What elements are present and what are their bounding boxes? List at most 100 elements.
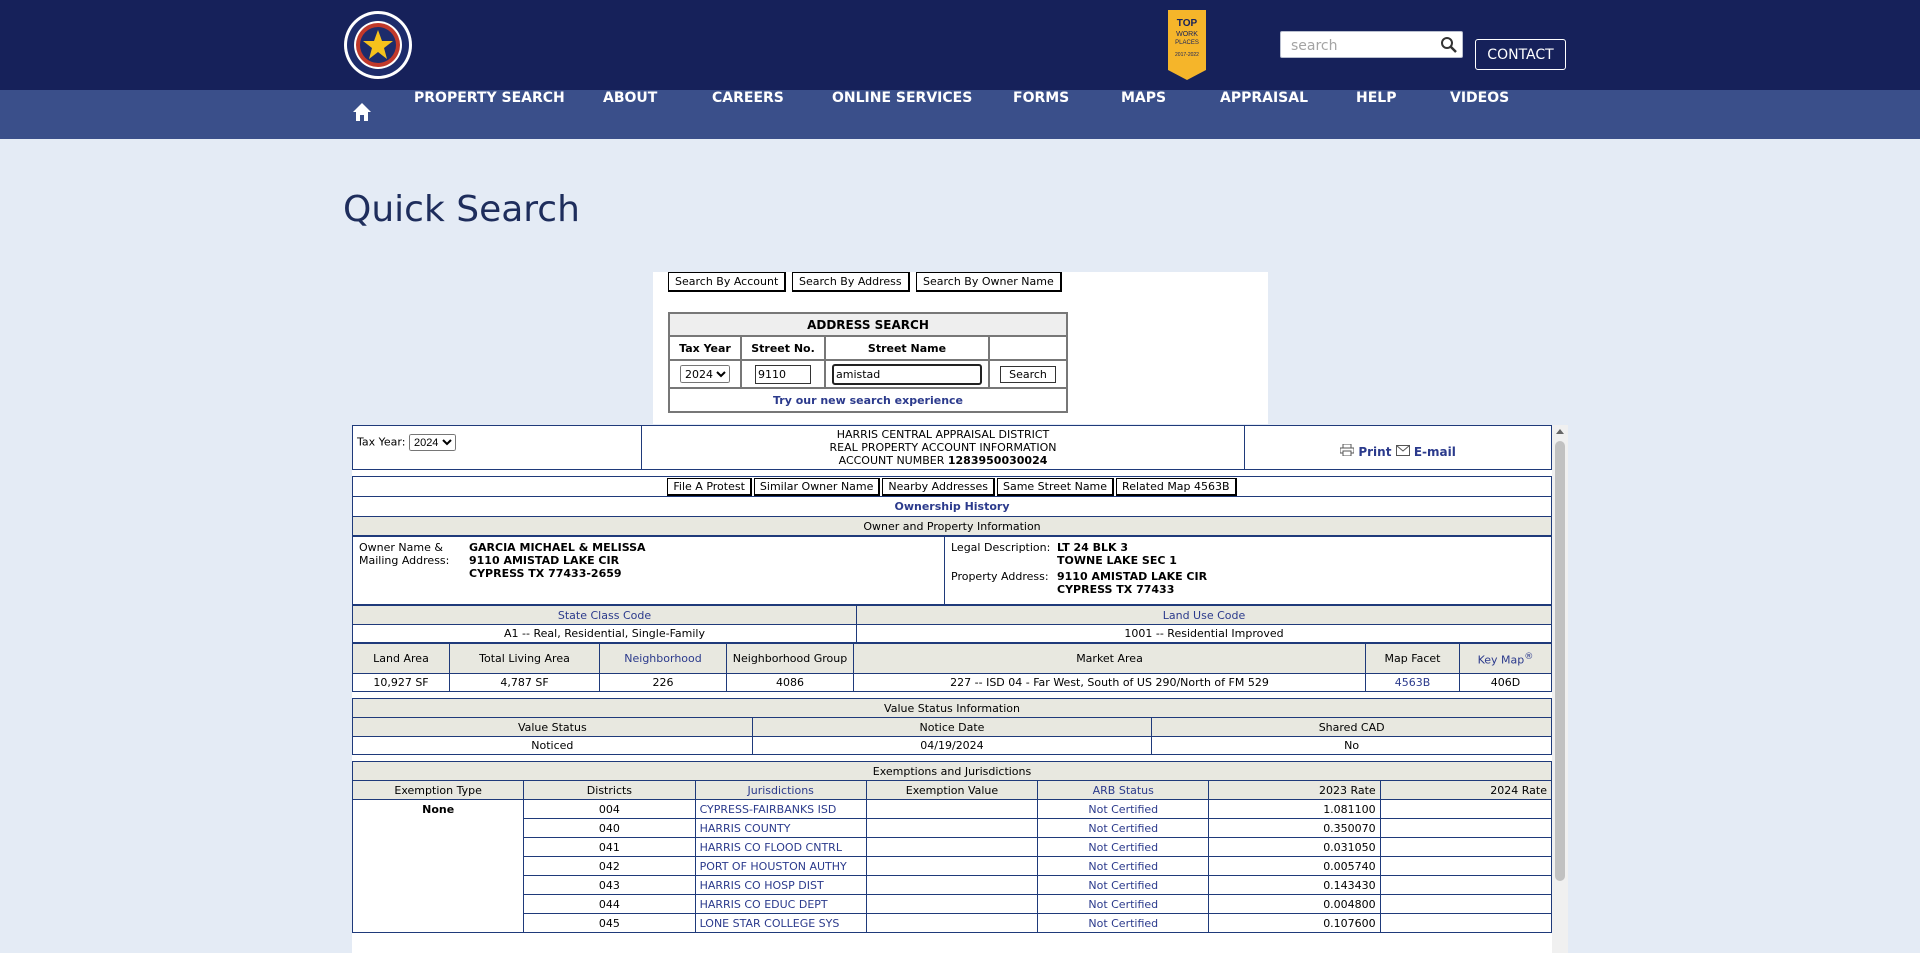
notice-date: 04/19/2024 <box>751 736 1153 755</box>
account-number-label: ACCOUNT NUMBER <box>838 454 945 467</box>
arb-status[interactable]: Not Certified <box>1037 799 1210 819</box>
jurisdiction-link[interactable]: PORT OF HOUSTON AUTHY <box>694 856 867 876</box>
property-address-2: CYPRESS TX 77433 <box>1057 583 1175 596</box>
district-code: 044 <box>523 894 696 914</box>
print-link[interactable]: Print <box>1339 443 1395 459</box>
tab-search-by-address[interactable]: Search By Address <box>792 272 910 292</box>
jurisdiction-link[interactable]: HARRIS CO EDUC DEPT <box>694 894 867 914</box>
rate-2024 <box>1379 799 1553 819</box>
jurisdiction-link[interactable]: LONE STAR COLLEGE SYS <box>694 913 867 933</box>
tab-search-by-account[interactable]: Search By Account <box>668 272 787 292</box>
owner-label-1: Owner Name & <box>359 541 443 554</box>
address-search-button[interactable]: Search <box>1000 365 1056 383</box>
neighborhood-group-header: Neighborhood Group <box>726 643 854 674</box>
exemptions-table: Exemptions and Jurisdictions Exemption T… <box>352 761 1553 933</box>
arb-status[interactable]: Not Certified <box>1037 913 1210 933</box>
rate-2024 <box>1379 837 1553 857</box>
exemptions-section-header: Exemptions and Jurisdictions <box>352 761 1552 781</box>
related-map-button[interactable]: Related Map 4563B <box>1116 477 1237 496</box>
arb-status[interactable]: Not Certified <box>1037 837 1210 857</box>
living-area-value: 4,787 SF <box>449 673 600 692</box>
registered-mark: ® <box>1524 650 1534 662</box>
col-street-no: Street No. <box>740 335 826 361</box>
account-subtitle: REAL PROPERTY ACCOUNT INFORMATION <box>829 441 1057 454</box>
living-area-header: Total Living Area <box>449 643 600 674</box>
file-protest-button[interactable]: File A Protest <box>667 477 752 496</box>
value-status-section-header: Value Status Information <box>352 698 1552 718</box>
arb-status[interactable]: Not Certified <box>1037 856 1210 876</box>
site-search-input[interactable] <box>1289 33 1443 58</box>
jurisdiction-link[interactable]: HARRIS CO FLOOD CNTRL <box>694 837 867 857</box>
arb-status[interactable]: Not Certified <box>1037 875 1210 895</box>
exemption-value <box>865 894 1039 914</box>
map-facet-link[interactable]: 4563B <box>1365 673 1460 692</box>
district-code: 004 <box>523 799 696 819</box>
rate-2023: 1.081100 <box>1208 799 1381 819</box>
result-tax-year-label: Tax Year: <box>357 435 406 449</box>
arb-status[interactable]: Not Certified <box>1037 894 1210 914</box>
nav-property-search[interactable]: PROPERTY SEARCH <box>414 90 565 139</box>
page-title: Quick Search <box>343 189 580 230</box>
address-search-title: ADDRESS SEARCH <box>668 312 1068 337</box>
nav-about[interactable]: ABOUT <box>603 90 657 139</box>
similar-owner-button[interactable]: Similar Owner Name <box>753 477 881 496</box>
rate-2023: 0.005740 <box>1208 856 1381 876</box>
col-street-name: Street Name <box>824 335 990 361</box>
site-search <box>1280 31 1463 58</box>
key-map-label: Key Map <box>1477 653 1525 667</box>
ownership-history-link[interactable]: Ownership History <box>352 496 1552 517</box>
scrollbar-thumb[interactable] <box>1555 441 1565 881</box>
property-details-table: Land Area Total Living Area Neighborhood… <box>352 643 1552 692</box>
jurisdictions-header[interactable]: Jurisdictions <box>694 780 867 800</box>
rate-2024 <box>1379 913 1553 933</box>
top-header: TOP WORK PLACES 2017-2022 CONTACT <box>0 0 1920 90</box>
col-tax-year: Tax Year <box>668 335 742 361</box>
badge-line3: PLACES <box>1175 40 1199 46</box>
nav-careers[interactable]: CAREERS <box>712 90 784 139</box>
top-workplaces-badge: TOP WORK PLACES 2017-2022 <box>1168 10 1206 80</box>
district-code: 045 <box>523 913 696 933</box>
district-code: 041 <box>523 837 696 857</box>
nav-online-services[interactable]: ONLINE SERVICES <box>832 90 972 139</box>
exemption-type-header: Exemption Type <box>352 780 525 800</box>
nav-videos[interactable]: VIDEOS <box>1450 90 1509 139</box>
search-icon[interactable] <box>1440 36 1458 54</box>
arb-status[interactable]: Not Certified <box>1037 818 1210 838</box>
jurisdiction-link[interactable]: HARRIS COUNTY <box>694 818 867 838</box>
frame-scrollbar[interactable] <box>1552 425 1568 953</box>
contact-button[interactable]: CONTACT <box>1475 39 1566 70</box>
property-address-1: 9110 AMISTAD LAKE CIR <box>1057 570 1208 583</box>
jurisdiction-link[interactable]: CYPRESS-FAIRBANKS ISD <box>694 799 867 819</box>
result-tax-year-select[interactable]: 2024 <box>408 434 456 451</box>
neighborhood-header[interactable]: Neighborhood <box>599 643 727 674</box>
notice-date-header: Notice Date <box>751 717 1153 737</box>
hcad-logo[interactable] <box>343 10 413 80</box>
value-status-header: Value Status <box>352 717 753 737</box>
state-class-code: A1 -- Real, Residential, Single-Family <box>352 624 857 643</box>
same-street-button[interactable]: Same Street Name <box>996 477 1115 496</box>
main-nav: PROPERTY SEARCH ABOUT CAREERS ONLINE SER… <box>0 90 1920 139</box>
rate-2024-header: 2024 Rate <box>1379 780 1553 800</box>
printer-icon <box>1339 443 1355 457</box>
nav-appraisal[interactable]: APPRAISAL <box>1220 90 1308 139</box>
key-map-header[interactable]: Key Map® <box>1459 643 1552 674</box>
state-class-code-header[interactable]: State Class Code <box>352 605 857 625</box>
street-name-input[interactable] <box>832 363 982 385</box>
shared-cad-header: Shared CAD <box>1151 717 1552 737</box>
land-use-code-header[interactable]: Land Use Code <box>856 605 1552 625</box>
tax-year-select[interactable]: 2024 <box>680 365 730 383</box>
nav-help[interactable]: HELP <box>1356 90 1396 139</box>
nearby-addresses-button[interactable]: Nearby Addresses <box>882 477 995 496</box>
scroll-up-arrow-icon[interactable] <box>1556 429 1564 434</box>
owner-address-2: CYPRESS TX 77433-2659 <box>469 567 622 580</box>
nav-forms[interactable]: FORMS <box>1013 90 1069 139</box>
jurisdiction-link[interactable]: HARRIS CO HOSP DIST <box>694 875 867 895</box>
tab-search-by-owner-name[interactable]: Search By Owner Name <box>916 272 1062 292</box>
new-search-experience-link[interactable]: Try our new search experience <box>773 394 963 407</box>
street-no-input[interactable] <box>755 364 811 384</box>
email-link[interactable]: E-mail <box>1395 445 1456 459</box>
owner-info-table: Owner Name & Mailing Address: GARCIA MICH… <box>352 536 1552 605</box>
nav-maps[interactable]: MAPS <box>1121 90 1166 139</box>
arb-status-header[interactable]: ARB Status <box>1037 780 1210 800</box>
home-icon[interactable] <box>352 102 372 122</box>
